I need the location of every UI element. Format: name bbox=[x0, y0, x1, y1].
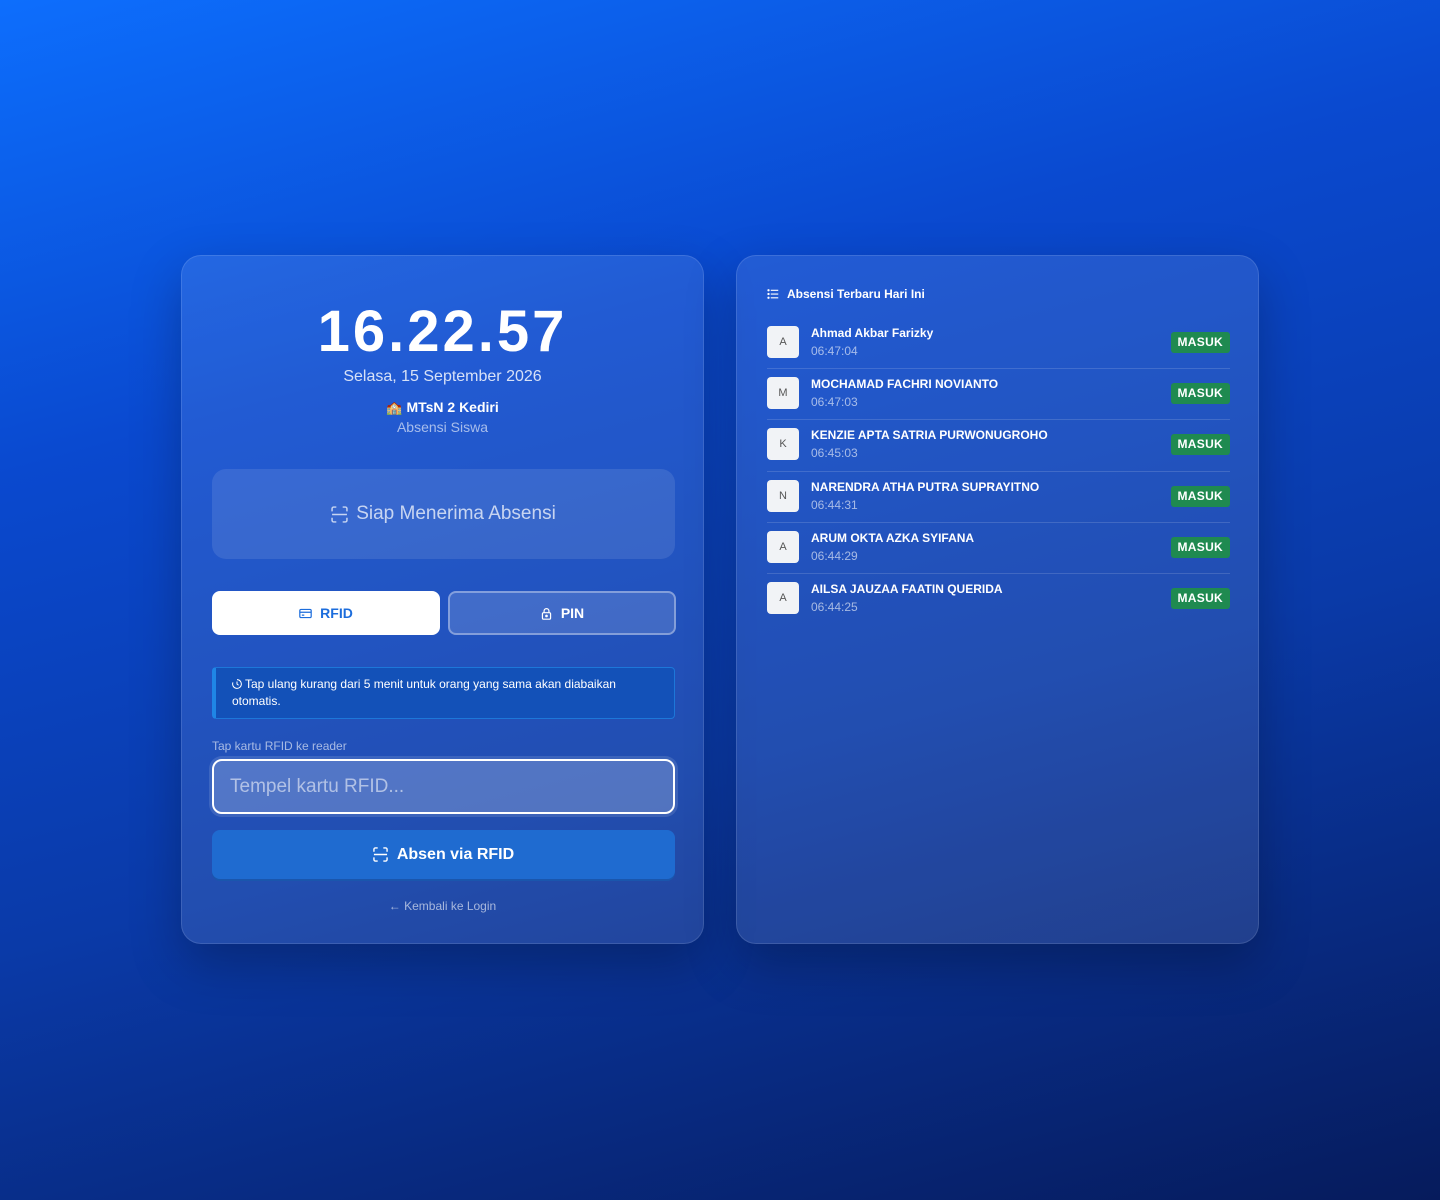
attendance-time: 06:45:03 bbox=[811, 446, 858, 461]
recent-attendance-panel: Absensi Terbaru Hari Ini A Ahmad Akbar F… bbox=[736, 255, 1259, 944]
info-notice: Tap ulang kurang dari 5 menit untuk oran… bbox=[212, 667, 675, 719]
status-badge: MASUK bbox=[1170, 332, 1230, 353]
avatar: A bbox=[767, 581, 799, 614]
student-name: NARENDRA ATHA PUTRA SUPRAYITNO bbox=[811, 479, 1040, 494]
mode-pin-button[interactable]: PIN bbox=[448, 591, 676, 635]
submit-rfid-label: Absen via RFID bbox=[396, 845, 515, 863]
recent-title: Absensi Terbaru Hari Ini bbox=[767, 287, 925, 301]
rfid-input-label: Tap kartu RFID ke reader bbox=[212, 739, 347, 753]
mode-rfid-button[interactable]: RFID bbox=[212, 591, 440, 635]
back-to-login-link[interactable]: ← Kembali ke Login bbox=[182, 899, 703, 913]
credit-card-icon bbox=[299, 608, 312, 618]
lock-icon bbox=[541, 607, 551, 620]
date-display: Selasa, 15 September 2026 bbox=[343, 368, 542, 385]
attendance-time: 06:44:25 bbox=[811, 599, 858, 614]
submit-rfid-button[interactable]: Absen via RFID bbox=[212, 830, 675, 879]
status-badge: MASUK bbox=[1170, 485, 1230, 507]
rfid-input[interactable] bbox=[212, 759, 675, 814]
attendance-time: 06:44:29 bbox=[811, 548, 858, 563]
status-badge: MASUK bbox=[1170, 383, 1230, 405]
attendance-time: 06:47:03 bbox=[811, 395, 858, 410]
attendance-time: 06:44:31 bbox=[811, 497, 858, 512]
scan-status-text: Siap Menerima Absensi bbox=[356, 503, 556, 524]
attendance-panel: 16.22.57 Selasa, 15 September 2026 🏫 MTsN… bbox=[181, 255, 704, 944]
avatar: M bbox=[767, 377, 799, 410]
scan-status-box: Siap Menerima Absensi bbox=[212, 469, 675, 559]
student-name: MOCHAMAD FACHRI NOVIANTO bbox=[811, 377, 999, 392]
mode-pin-label: PIN bbox=[560, 605, 585, 621]
mode-rfid-label: RFID bbox=[320, 605, 353, 621]
avatar: K bbox=[767, 428, 799, 461]
student-name: Ahmad Akbar Farizky bbox=[811, 326, 934, 340]
app-subtitle: Absensi Siswa bbox=[396, 419, 489, 435]
list-item: K KENZIE APTA SATRIA PURWONUGROHO 06:45:… bbox=[767, 420, 1230, 472]
student-name: ARUM OKTA AZKA SYIFANA bbox=[811, 530, 975, 545]
recent-attendance-list: A Ahmad Akbar Farizky 06:47:04 MASUK M M… bbox=[767, 318, 1230, 625]
school-label: MTsN 2 Kediri bbox=[406, 399, 499, 415]
list-item: M MOCHAMAD FACHRI NOVIANTO 06:47:03 MASU… bbox=[767, 369, 1230, 421]
attendance-time: 06:47:04 bbox=[811, 344, 858, 358]
clock: 16.22.57 bbox=[317, 299, 568, 364]
school-icon: 🏫 bbox=[386, 400, 403, 415]
list-item: A AILSA JAUZAA FAATIN QUERIDA 06:44:25 M… bbox=[767, 574, 1230, 625]
school-name: 🏫 MTsN 2 Kediri bbox=[182, 399, 703, 416]
list-item: A Ahmad Akbar Farizky 06:47:04 MASUK bbox=[767, 318, 1230, 370]
student-name: KENZIE APTA SATRIA PURWONUGROHO bbox=[811, 428, 1048, 443]
list-icon bbox=[767, 289, 779, 299]
list-item: N NARENDRA ATHA PUTRA SUPRAYITNO 06:44:3… bbox=[767, 472, 1230, 523]
list-item: A ARUM OKTA AZKA SYIFANA 06:44:29 MASUK bbox=[767, 523, 1230, 574]
status-badge: MASUK bbox=[1170, 434, 1230, 456]
scan-icon bbox=[373, 847, 388, 862]
status-badge: MASUK bbox=[1170, 536, 1230, 558]
avatar: A bbox=[767, 326, 799, 358]
scan-icon bbox=[331, 505, 348, 523]
student-name: AILSA JAUZAA FAATIN QUERIDA bbox=[811, 581, 1003, 596]
clock-history-icon bbox=[232, 679, 242, 689]
avatar: A bbox=[767, 530, 799, 563]
status-badge: MASUK bbox=[1170, 587, 1230, 609]
info-notice-text: Tap ulang kurang dari 5 menit untuk oran… bbox=[232, 677, 616, 708]
recent-title-text: Absensi Terbaru Hari Ini bbox=[787, 287, 925, 301]
avatar: N bbox=[767, 479, 799, 512]
